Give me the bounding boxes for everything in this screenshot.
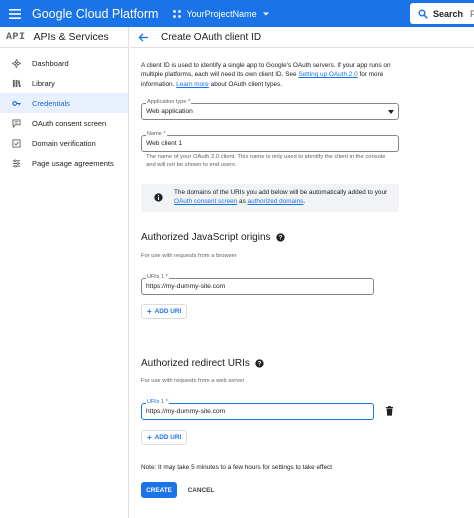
key-icon [12, 100, 21, 106]
setting-up-oauth-link[interactable]: Setting up OAuth 2.0 [298, 71, 357, 78]
name-field[interactable]: Name * Web client 1 [141, 131, 399, 152]
sidebar-item-label: Domain verification [32, 138, 96, 148]
application-type-value: Web application [146, 108, 193, 115]
search-label: Search [433, 8, 464, 19]
info-text: as [237, 198, 248, 205]
application-type-select[interactable]: Application type * Web application [141, 99, 399, 120]
name-helper-text: The name of your OAuth 2.0 client. This … [146, 154, 386, 169]
authorized-domains-link[interactable]: authorized domains [248, 198, 304, 205]
trash-icon[interactable] [385, 406, 394, 416]
sidebar-item-oauth-consent[interactable]: OAuth consent screen [0, 113, 128, 133]
project-dots-icon [173, 9, 182, 18]
sidebar-item-label: Library [32, 78, 55, 88]
sidebar-item-page-usage-agreements[interactable]: Page usage agreements [0, 153, 128, 173]
search-icon [418, 9, 428, 19]
settings-list-icon [12, 159, 21, 167]
add-uri-label: ADD URI [154, 434, 182, 441]
name-label: Name * [146, 131, 167, 138]
application-type-label: Application type * [146, 99, 192, 106]
redirect-uri-value: https://my-dummy-site.com [146, 408, 226, 415]
info-banner: The domains of the URIs you add below wi… [141, 184, 399, 212]
library-icon [12, 79, 21, 87]
js-origins-subtitle: For use with requests from a browser [141, 253, 237, 259]
redirect-uri-label: URIs 1 * [146, 399, 169, 406]
sidebar-item-credentials[interactable]: Credentials [0, 93, 128, 113]
info-text: . [303, 198, 306, 205]
sidebar-header: API APIs & Services [0, 27, 128, 48]
search-placeholder-text: Pr [470, 8, 474, 19]
page-header: Create OAuth client ID [130, 27, 474, 48]
help-icon[interactable]: ? [255, 359, 264, 368]
intro-paragraph: A client ID is used to identify a single… [141, 61, 400, 89]
project-name: YourProjectName [186, 8, 257, 19]
sidebar-item-label: OAuth consent screen [32, 118, 107, 128]
plus-icon: + [147, 433, 152, 442]
sidebar-item-label: Page usage agreements [32, 158, 114, 168]
search-button[interactable]: Search Pr [410, 3, 474, 24]
checkbox-icon [12, 138, 21, 148]
js-origins-heading: Authorized JavaScript origins ? [141, 232, 285, 243]
learn-more-link[interactable]: Learn more [176, 81, 209, 88]
project-selector[interactable]: YourProjectName [172, 9, 269, 19]
consent-icon [12, 118, 21, 128]
propagation-note: Note: It may take 5 minutes to a few hou… [141, 464, 332, 471]
info-icon [154, 193, 163, 202]
sidebar-title: APIs & Services [33, 31, 109, 43]
oauth-consent-screen-link[interactable]: OAuth consent screen [174, 198, 237, 205]
sidebar-item-dashboard[interactable]: Dashboard [0, 53, 128, 73]
help-icon[interactable]: ? [275, 233, 285, 242]
sidebar-item-domain-verification[interactable]: Domain verification [0, 133, 128, 153]
add-js-origin-uri-button[interactable]: + ADD URI [141, 304, 188, 319]
svg-text:?: ? [258, 361, 262, 368]
redirect-uris-title: Authorized redirect URIs [141, 358, 250, 369]
js-origin-uri-label: URIs 1 * [146, 274, 169, 281]
sidebar-item-label: Dashboard [32, 58, 69, 68]
dropdown-arrow-icon [388, 110, 394, 114]
redirect-uris-subtitle: For use with requests from a web server [141, 378, 245, 384]
chevron-down-icon [262, 12, 269, 15]
api-logo: API [6, 31, 26, 43]
svg-text:?: ? [278, 235, 282, 242]
dashboard-icon [12, 58, 21, 68]
intro-text: about OAuth client types. [208, 80, 283, 88]
redirect-uris-heading: Authorized redirect URIs ? [141, 358, 264, 369]
add-redirect-uri-button[interactable]: + ADD URI [141, 430, 188, 445]
back-arrow-icon[interactable] [138, 32, 149, 43]
cancel-button[interactable]: CANCEL [184, 482, 218, 498]
js-origin-uri-input[interactable]: URIs 1 * https://my-dummy-site.com [141, 274, 374, 295]
sidebar-item-library[interactable]: Library [0, 73, 128, 93]
sidebar: API APIs & Services Dashboard Library Cr… [0, 27, 129, 518]
name-value: Web client 1 [146, 140, 183, 147]
create-button[interactable]: CREATE [141, 482, 177, 498]
js-origin-uri-value: https://my-dummy-site.com [146, 283, 226, 290]
hamburger-menu-icon[interactable] [0, 0, 30, 27]
redirect-uri-input[interactable]: URIs 1 * https://my-dummy-site.com [141, 399, 374, 420]
product-name[interactable]: Google Cloud Platform [32, 7, 158, 21]
top-app-bar: Google Cloud Platform YourProjectName Se… [0, 0, 474, 27]
page-title: Create OAuth client ID [161, 31, 262, 43]
js-origins-title: Authorized JavaScript origins [141, 232, 271, 243]
add-uri-label: ADD URI [154, 308, 182, 315]
plus-icon: + [147, 307, 152, 316]
info-text: The domains of the URIs you add below wi… [174, 189, 388, 196]
sidebar-item-label: Credentials [32, 98, 70, 108]
